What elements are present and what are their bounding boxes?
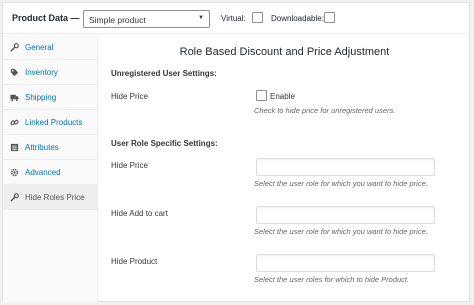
virtual-checkbox[interactable] [252, 12, 263, 23]
hide-product-select[interactable] [256, 254, 435, 272]
product-data-panel: Product Data — Simple product ▼ Virtual:… [2, 2, 470, 302]
hide-price-enable-checkbox[interactable] [256, 90, 267, 101]
tab-linked-products-label: Linked Products [25, 118, 83, 127]
role-specific-settings-heading: User Role Specific Settings: [111, 139, 218, 148]
chevron-down-icon: ▼ [198, 15, 204, 21]
unregistered-settings-heading: Unregistered User Settings: [111, 69, 217, 78]
downloadable-checkbox[interactable] [324, 12, 335, 23]
hide-product-label: Hide Product [111, 257, 158, 266]
tab-general-label: General [25, 43, 54, 52]
product-data-title: Product Data — [12, 13, 80, 23]
tab-attributes-label: Attributes [25, 143, 59, 152]
product-data-header: Product Data — Simple product ▼ Virtual:… [3, 3, 469, 34]
hide-add-to-cart-label: Hide Add to cart [111, 209, 168, 218]
tab-advanced[interactable]: Advanced [3, 160, 98, 185]
page-title: Role Based Discount and Price Adjustment [179, 46, 390, 58]
hide-roles-price-panel: Role Based Discount and Price Adjustment… [99, 35, 470, 302]
virtual-label: Virtual: [221, 14, 246, 23]
product-type-value: Simple product [89, 15, 146, 25]
product-data-tabs: General Inventory Shipping Linked Produc… [3, 35, 98, 302]
hide-price-unregistered-label: Hide Price [111, 92, 148, 101]
hide-add-to-cart-desc: Select the user role for which you want … [254, 227, 428, 236]
link-icon [10, 119, 19, 126]
title-dash: — [70, 13, 80, 23]
wrench-icon [10, 43, 19, 52]
enable-label: Enable [270, 92, 295, 101]
tab-advanced-label: Advanced [25, 168, 61, 177]
wrench-icon [10, 193, 19, 202]
tab-linked-products[interactable]: Linked Products [3, 110, 98, 135]
tab-hide-roles-price[interactable]: Hide Roles Price [3, 185, 98, 210]
tab-hide-roles-price-label: Hide Roles Price [25, 193, 85, 202]
hide-add-to-cart-select[interactable] [256, 206, 435, 224]
product-data-title-text: Product Data [12, 13, 69, 23]
downloadable-label: Downloadable: [271, 14, 324, 23]
hide-product-desc: Select the user roles for which to hide … [254, 275, 410, 284]
tab-attributes[interactable]: Attributes [3, 135, 98, 160]
tab-general[interactable]: General [3, 35, 98, 60]
tab-shipping-label: Shipping [25, 93, 57, 102]
truck-icon [10, 94, 19, 102]
product-type-select[interactable]: Simple product ▼ [83, 10, 210, 28]
tab-inventory-label: Inventory [25, 68, 58, 77]
list-icon [10, 143, 19, 152]
tag-icon [10, 68, 19, 77]
gear-icon [10, 168, 19, 177]
hide-price-unregistered-desc: Check to hide price for unregistered use… [254, 106, 396, 115]
tab-inventory[interactable]: Inventory [3, 60, 98, 85]
hide-price-role-select[interactable] [256, 158, 435, 176]
hide-price-role-label: Hide Price [111, 161, 148, 170]
hide-price-role-desc: Select the user role for which you want … [254, 179, 428, 188]
tab-shipping[interactable]: Shipping [3, 85, 98, 110]
